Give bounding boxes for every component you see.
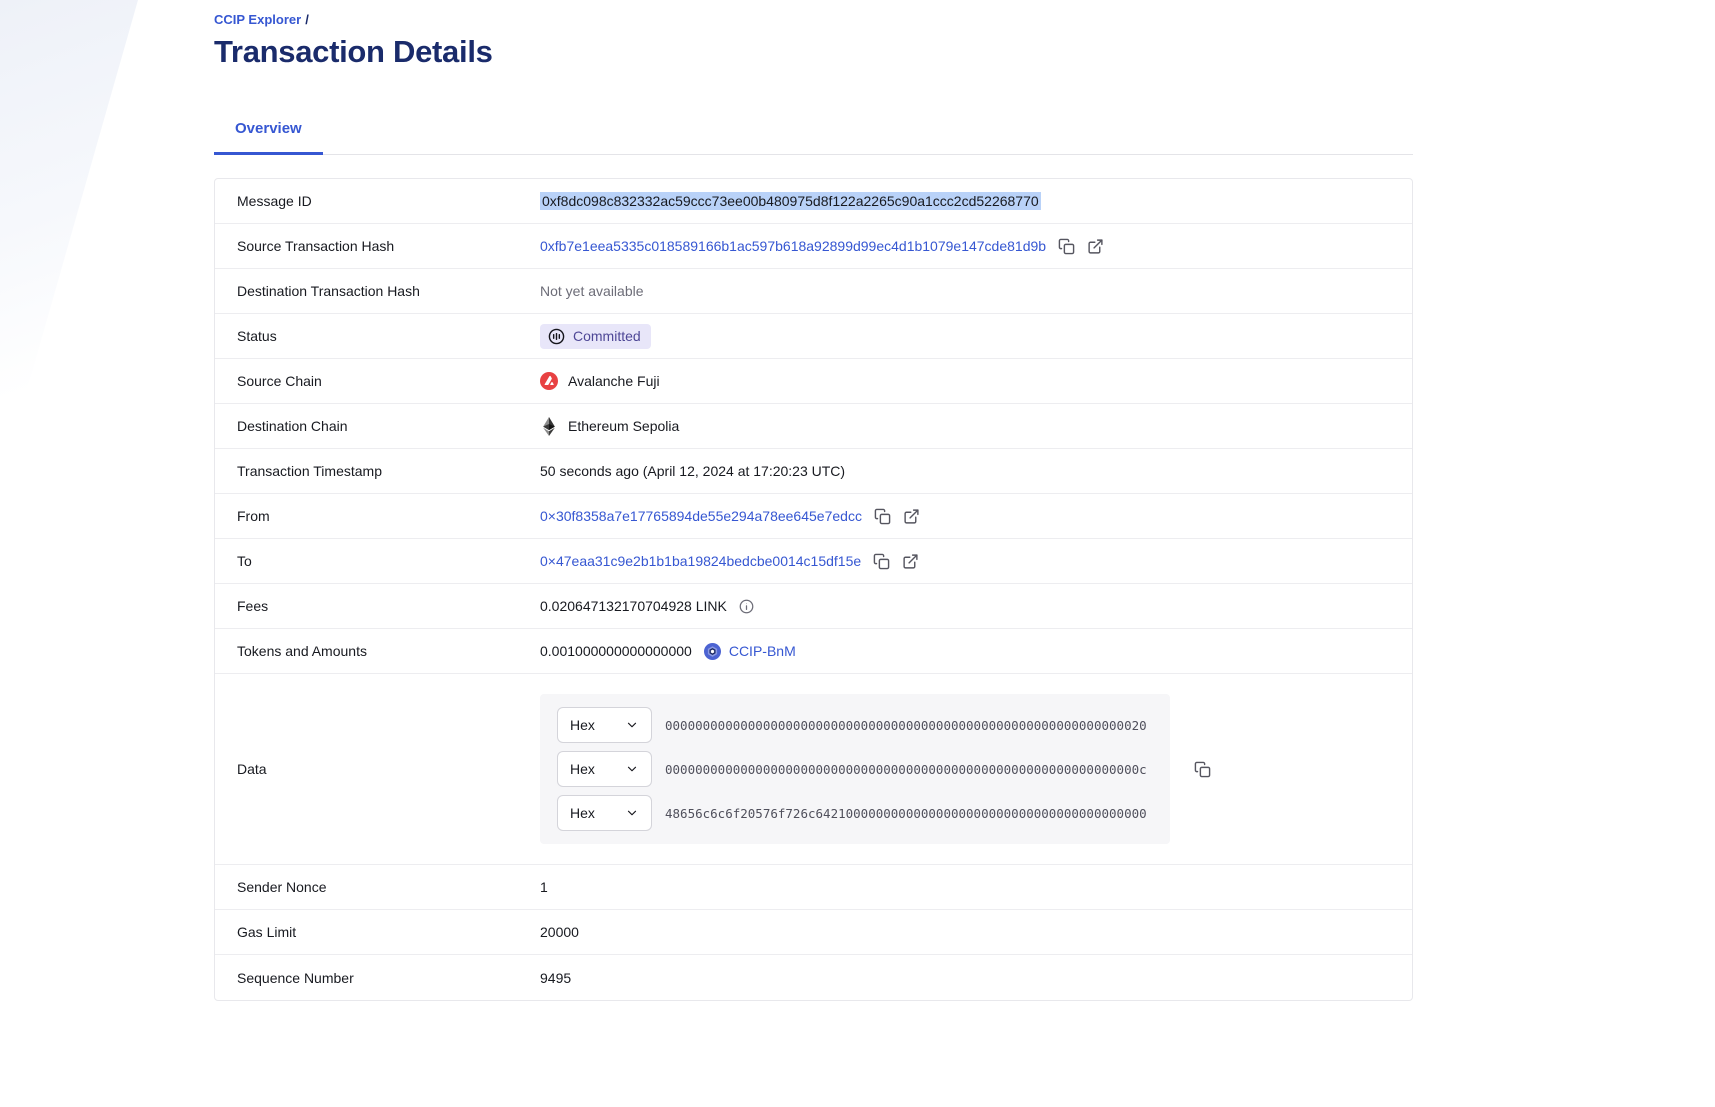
message-id-value[interactable]: 0xf8dc098c832332ac59ccc73ee00b480975d8f1… xyxy=(540,192,1041,210)
row-label: Tokens and Amounts xyxy=(215,643,540,659)
timestamp-value: 50 seconds ago (April 12, 2024 at 17:20:… xyxy=(540,463,845,479)
tab-overview[interactable]: Overview xyxy=(214,107,323,155)
copy-icon[interactable] xyxy=(873,553,890,570)
row-label: Destination Transaction Hash xyxy=(215,283,540,299)
table-row-dest-chain: Destination Chain Ethereum Sepolia xyxy=(215,404,1412,449)
table-row-timestamp: Transaction Timestamp 50 seconds ago (Ap… xyxy=(215,449,1412,494)
to-address-link[interactable]: 0×47eaa31c9e2b1b1ba19824bedcbe0014c15df1… xyxy=(540,553,861,569)
avalanche-fuji-icon xyxy=(540,372,558,390)
token-amount: 0.001000000000000000 xyxy=(540,643,692,659)
table-row-data: Data Hex 0000000000000000000000000000000… xyxy=(215,674,1412,865)
transaction-details-table: Message ID 0xf8dc098c832332ac59ccc73ee00… xyxy=(214,178,1413,1001)
row-label: From xyxy=(215,508,540,524)
table-row-from: From 0×30f8358a7e17765894de55e294a78ee64… xyxy=(215,494,1412,539)
table-row-sequence-number: Sequence Number 9495 xyxy=(215,955,1412,1000)
data-hex-panel: Hex 000000000000000000000000000000000000… xyxy=(540,694,1170,844)
data-line: Hex 48656c6c6f20576f726c6421000000000000… xyxy=(557,795,1170,831)
hex-format-select[interactable]: Hex xyxy=(557,795,652,831)
copy-icon[interactable] xyxy=(1058,238,1075,255)
external-link-icon[interactable] xyxy=(1087,238,1104,255)
table-row-message-id: Message ID 0xf8dc098c832332ac59ccc73ee00… xyxy=(215,179,1412,224)
hex-data-line: 0000000000000000000000000000000000000000… xyxy=(665,718,1161,733)
breadcrumb: CCIP Explorer / xyxy=(214,12,1413,27)
from-address-link[interactable]: 0×30f8358a7e17765894de55e294a78ee645e7ed… xyxy=(540,508,862,524)
row-label: Transaction Timestamp xyxy=(215,463,540,479)
ccip-bnm-token-icon xyxy=(704,643,721,660)
external-link-icon[interactable] xyxy=(902,553,919,570)
hex-format-select[interactable]: Hex xyxy=(557,751,652,787)
chevron-down-icon xyxy=(625,718,639,732)
row-label: Source Transaction Hash xyxy=(215,238,540,254)
chevron-down-icon xyxy=(625,762,639,776)
source-tx-hash-link[interactable]: 0xfb7e1eea5335c018589166b1ac597b618a9289… xyxy=(540,238,1046,254)
chevron-down-icon xyxy=(625,806,639,820)
hex-format-select-value: Hex xyxy=(570,805,595,821)
table-row-status: Status Committed xyxy=(215,314,1412,359)
row-label: Sequence Number xyxy=(215,970,540,986)
sender-nonce-value: 1 xyxy=(540,879,548,895)
table-row-source-chain: Source Chain Avalanche Fuji xyxy=(215,359,1412,404)
info-icon[interactable] xyxy=(739,599,754,614)
sequence-number-value: 9495 xyxy=(540,970,571,986)
row-label: Sender Nonce xyxy=(215,879,540,895)
table-row-sender-nonce: Sender Nonce 1 xyxy=(215,865,1412,910)
source-chain-name: Avalanche Fuji xyxy=(568,373,660,389)
row-label: Fees xyxy=(215,598,540,614)
main-content: CCIP Explorer / Transaction Details Overv… xyxy=(214,0,1413,1001)
table-row-to: To 0×47eaa31c9e2b1b1ba19824bedcbe0014c15… xyxy=(215,539,1412,584)
table-row-dest-tx-hash: Destination Transaction Hash Not yet ava… xyxy=(215,269,1412,314)
table-row-gas-limit: Gas Limit 20000 xyxy=(215,910,1412,955)
hex-format-select-value: Hex xyxy=(570,761,595,777)
external-link-icon[interactable] xyxy=(903,508,920,525)
table-row-fees: Fees 0.020647132170704928 LINK xyxy=(215,584,1412,629)
status-badge: Committed xyxy=(540,324,651,349)
hex-format-select[interactable]: Hex xyxy=(557,707,652,743)
hex-data-line: 0000000000000000000000000000000000000000… xyxy=(665,762,1161,777)
gas-limit-value: 20000 xyxy=(540,924,579,940)
data-line: Hex 000000000000000000000000000000000000… xyxy=(557,751,1170,787)
ethereum-sepolia-icon xyxy=(540,417,558,436)
copy-icon[interactable] xyxy=(874,508,891,525)
fees-value: 0.020647132170704928 LINK xyxy=(540,598,727,614)
ccip-bnm-token-link[interactable]: CCIP-BnM xyxy=(729,643,796,659)
background-decoration xyxy=(0,0,230,420)
hex-data-line: 48656c6c6f20576f726c64210000000000000000… xyxy=(665,806,1161,821)
copy-icon[interactable] xyxy=(1194,761,1211,778)
row-label: To xyxy=(215,553,540,569)
breadcrumb-link-ccip-explorer[interactable]: CCIP Explorer xyxy=(214,12,301,27)
row-label: Data xyxy=(215,761,540,777)
row-label: Message ID xyxy=(215,193,540,209)
dest-chain-name: Ethereum Sepolia xyxy=(568,418,679,434)
table-row-tokens: Tokens and Amounts 0.001000000000000000 … xyxy=(215,629,1412,674)
row-label: Status xyxy=(215,328,540,344)
page-title: Transaction Details xyxy=(214,34,1413,70)
row-label: Gas Limit xyxy=(215,924,540,940)
breadcrumb-separator: / xyxy=(305,12,309,27)
row-label: Source Chain xyxy=(215,373,540,389)
committed-status-icon xyxy=(548,328,565,345)
dest-tx-hash-value: Not yet available xyxy=(540,283,644,299)
row-label: Destination Chain xyxy=(215,418,540,434)
status-badge-label: Committed xyxy=(573,328,641,344)
data-line: Hex 000000000000000000000000000000000000… xyxy=(557,707,1170,743)
table-row-source-tx-hash: Source Transaction Hash 0xfb7e1eea5335c0… xyxy=(215,224,1412,269)
tab-bar: Overview xyxy=(214,107,1413,155)
hex-format-select-value: Hex xyxy=(570,717,595,733)
